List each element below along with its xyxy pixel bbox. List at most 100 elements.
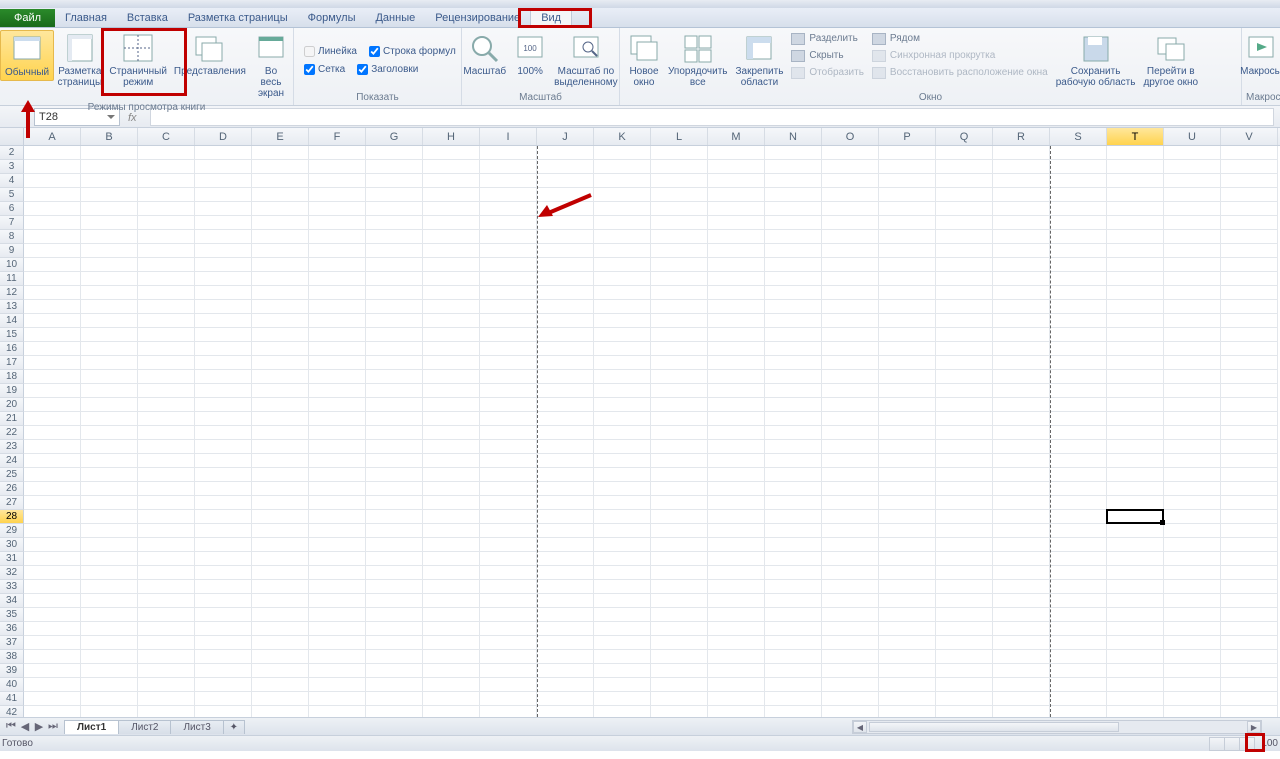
- cell[interactable]: [936, 328, 993, 342]
- cell[interactable]: [81, 454, 138, 468]
- cell[interactable]: [594, 524, 651, 538]
- cell[interactable]: [138, 664, 195, 678]
- cell[interactable]: [252, 664, 309, 678]
- cell[interactable]: [366, 160, 423, 174]
- sheet-nav-first[interactable]: ⏮: [4, 720, 18, 734]
- cell[interactable]: [480, 412, 537, 426]
- cell[interactable]: [936, 272, 993, 286]
- cell[interactable]: [1221, 706, 1278, 717]
- cell[interactable]: [1164, 272, 1221, 286]
- cell[interactable]: [1050, 692, 1107, 706]
- cell[interactable]: [423, 454, 480, 468]
- cell[interactable]: [765, 160, 822, 174]
- cell[interactable]: [480, 258, 537, 272]
- cell[interactable]: [594, 426, 651, 440]
- cell[interactable]: [1107, 622, 1164, 636]
- cell[interactable]: [651, 692, 708, 706]
- cell[interactable]: [993, 440, 1050, 454]
- cell[interactable]: [822, 580, 879, 594]
- sheet-tab-3[interactable]: Лист3: [170, 720, 223, 734]
- cell[interactable]: [252, 552, 309, 566]
- cell[interactable]: [81, 692, 138, 706]
- cell[interactable]: [195, 412, 252, 426]
- cell[interactable]: [594, 272, 651, 286]
- cell[interactable]: [195, 174, 252, 188]
- cell[interactable]: [594, 594, 651, 608]
- cell[interactable]: [423, 440, 480, 454]
- cell[interactable]: [138, 160, 195, 174]
- cell[interactable]: [993, 538, 1050, 552]
- cell[interactable]: [24, 510, 81, 524]
- cell[interactable]: [480, 622, 537, 636]
- cell[interactable]: [366, 230, 423, 244]
- cell[interactable]: [936, 678, 993, 692]
- cell[interactable]: [1221, 650, 1278, 664]
- cell[interactable]: [1164, 188, 1221, 202]
- row-header-33[interactable]: 33: [0, 580, 24, 594]
- cell[interactable]: [1107, 216, 1164, 230]
- cell[interactable]: [366, 202, 423, 216]
- row-header-2[interactable]: 2: [0, 146, 24, 160]
- cell[interactable]: [24, 454, 81, 468]
- cell[interactable]: [195, 594, 252, 608]
- col-header-I[interactable]: I: [480, 128, 537, 145]
- row-header-20[interactable]: 20: [0, 398, 24, 412]
- cell[interactable]: [195, 230, 252, 244]
- cell[interactable]: [480, 524, 537, 538]
- cell[interactable]: [480, 202, 537, 216]
- cell[interactable]: [651, 384, 708, 398]
- cell[interactable]: [1050, 244, 1107, 258]
- cell[interactable]: [993, 272, 1050, 286]
- cell[interactable]: [309, 202, 366, 216]
- cell[interactable]: [708, 440, 765, 454]
- cell[interactable]: [24, 412, 81, 426]
- cell[interactable]: [1107, 412, 1164, 426]
- cell[interactable]: [81, 314, 138, 328]
- col-header-T[interactable]: T: [1107, 128, 1164, 145]
- cell[interactable]: [936, 286, 993, 300]
- cell[interactable]: [822, 384, 879, 398]
- cell[interactable]: [1107, 580, 1164, 594]
- cell[interactable]: [708, 174, 765, 188]
- zoom-button[interactable]: Масштаб: [459, 30, 510, 79]
- cell[interactable]: [366, 608, 423, 622]
- cell[interactable]: [423, 664, 480, 678]
- cell[interactable]: [138, 608, 195, 622]
- col-header-F[interactable]: F: [309, 128, 366, 145]
- cell[interactable]: [537, 468, 594, 482]
- cell[interactable]: [195, 300, 252, 314]
- cell[interactable]: [1107, 244, 1164, 258]
- cell[interactable]: [822, 510, 879, 524]
- cell[interactable]: [81, 636, 138, 650]
- cell[interactable]: [936, 566, 993, 580]
- cell[interactable]: [1164, 524, 1221, 538]
- cell[interactable]: [1221, 468, 1278, 482]
- cell[interactable]: [594, 454, 651, 468]
- cell[interactable]: [822, 188, 879, 202]
- cell[interactable]: [366, 188, 423, 202]
- cell[interactable]: [537, 636, 594, 650]
- cell[interactable]: [480, 286, 537, 300]
- cell[interactable]: [1107, 370, 1164, 384]
- cell[interactable]: [594, 286, 651, 300]
- cell[interactable]: [480, 692, 537, 706]
- cell[interactable]: [708, 342, 765, 356]
- cell[interactable]: [936, 230, 993, 244]
- cell[interactable]: [651, 566, 708, 580]
- row-header-3[interactable]: 3: [0, 160, 24, 174]
- cell[interactable]: [138, 678, 195, 692]
- cell[interactable]: [252, 482, 309, 496]
- cell[interactable]: [879, 370, 936, 384]
- cell[interactable]: [879, 468, 936, 482]
- cell[interactable]: [708, 468, 765, 482]
- cell[interactable]: [537, 160, 594, 174]
- cell[interactable]: [879, 216, 936, 230]
- cell[interactable]: [366, 510, 423, 524]
- cell[interactable]: [81, 356, 138, 370]
- cell[interactable]: [708, 622, 765, 636]
- cell[interactable]: [708, 356, 765, 370]
- cell[interactable]: [252, 622, 309, 636]
- cell[interactable]: [936, 188, 993, 202]
- cell[interactable]: [24, 174, 81, 188]
- cell[interactable]: [1050, 468, 1107, 482]
